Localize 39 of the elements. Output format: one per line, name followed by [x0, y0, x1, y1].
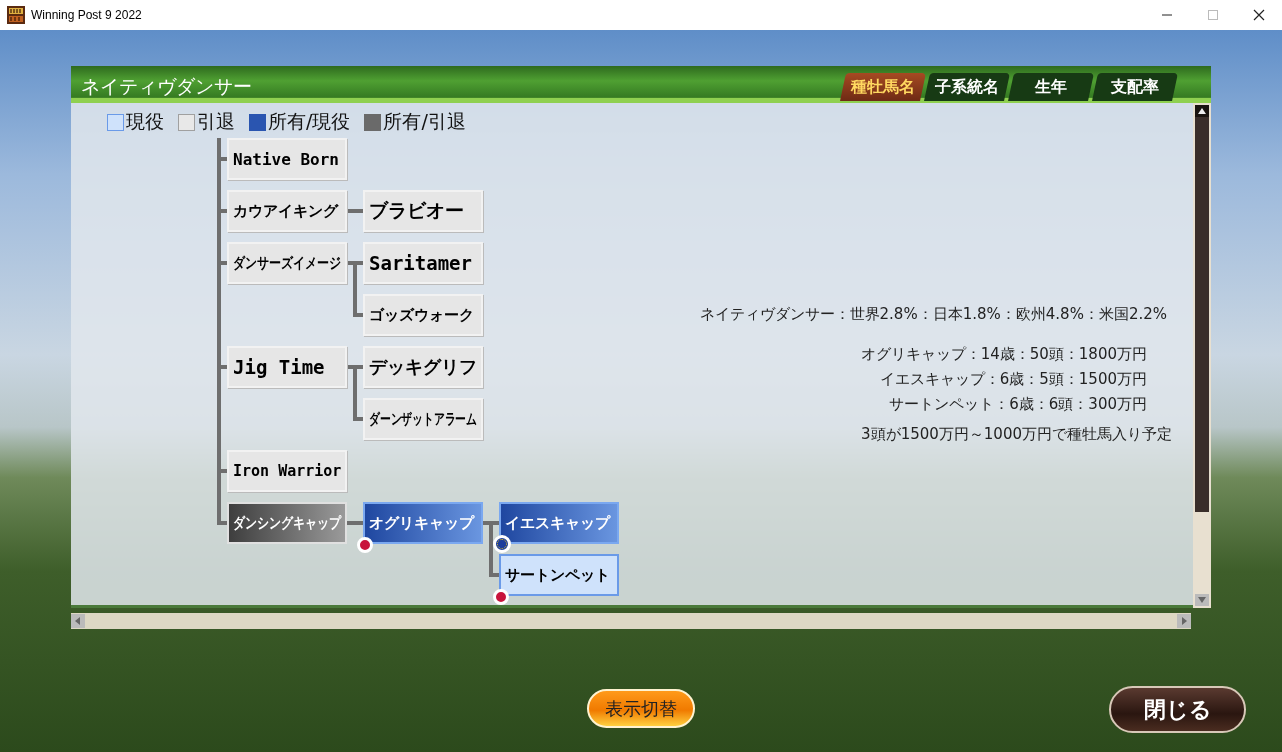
vertical-scrollbar[interactable] [1193, 103, 1211, 608]
legend-label: 引退 [197, 109, 235, 134]
sire-node[interactable]: Native Born [227, 138, 347, 180]
share-text: ネイティヴダンサー：世界2.8%：日本1.8%：欧州4.8%：米国2.2% [699, 305, 1167, 324]
scroll-right-icon[interactable] [1177, 614, 1191, 628]
sire-node[interactable]: ダーンザットアラーム [363, 398, 483, 440]
sire-node[interactable]: Jig Time [227, 346, 347, 388]
scroll-left-icon[interactable] [71, 614, 85, 628]
horizontal-scrollbar[interactable] [71, 613, 1191, 629]
sort-tab[interactable]: 種牡馬名 [840, 72, 926, 101]
scroll-down-icon[interactable] [1195, 594, 1209, 606]
sire-node[interactable]: イエスキャップ [499, 502, 619, 544]
sire-node[interactable]: Saritamer [363, 242, 483, 284]
legend-label: 所有/現役 [268, 109, 351, 134]
sort-tab[interactable]: 子系統名 [924, 72, 1010, 101]
sire-node[interactable]: ダンサーズイメージ [227, 242, 347, 284]
sire-stat-text: オグリキャップ：14歳：50頭：1800万円 [859, 344, 1147, 365]
sire-node[interactable]: サートンペット [499, 554, 619, 596]
window-title: Winning Post 9 2022 [31, 8, 142, 22]
sort-tab[interactable]: 生年 [1008, 72, 1094, 101]
sire-node[interactable]: ブラビオー [363, 190, 483, 232]
sire-stat-text: サートンペット：6歳：6頭：300万円 [888, 394, 1147, 415]
sire-stat-text: イエスキャップ：6歳：5頭：1500万円 [878, 369, 1147, 390]
panel-title: ネイティヴダンサー [81, 73, 252, 99]
sire-node[interactable]: ゴッズウォーク [363, 294, 483, 336]
sire-node[interactable]: デッキグリフ [363, 346, 483, 388]
legend-label: 所有/引退 [383, 109, 466, 134]
sire-node[interactable]: Iron Warrior [227, 450, 347, 492]
app-icon [7, 6, 25, 24]
scroll-up-icon[interactable] [1195, 105, 1209, 117]
scroll-thumb[interactable] [1195, 117, 1209, 512]
legend-label: 現役 [126, 109, 164, 134]
sort-tab[interactable]: 支配率 [1092, 72, 1178, 101]
sire-node[interactable]: カウアイキング [227, 190, 347, 232]
sire-node[interactable]: ダンシングキャップ [227, 502, 347, 544]
sire-node[interactable]: オグリキャップ [363, 502, 483, 544]
toggle-view-button[interactable]: 表示切替 [587, 689, 695, 728]
forecast-text: 3頭が1500万円～1000万円で種牡馬入り予定 [860, 425, 1172, 444]
close-button[interactable]: 閉じる [1109, 686, 1246, 733]
